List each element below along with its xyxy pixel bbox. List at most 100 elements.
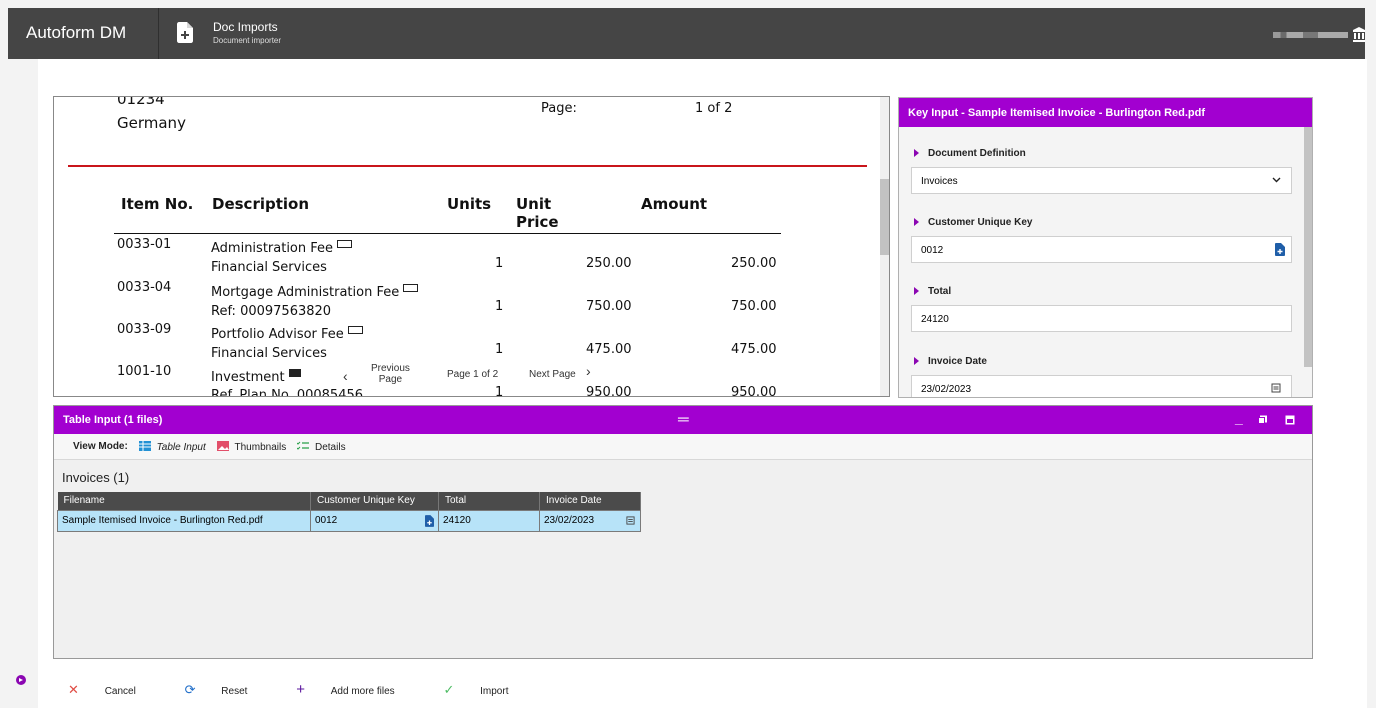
document-description-secondary: Ref: 00097563820: [211, 304, 332, 319]
document-amount: 750.00: [731, 299, 777, 314]
document-item-number: 1001-10: [117, 364, 172, 379]
document-units: 1: [495, 342, 504, 357]
pdf-page: 01234 Germany Page: 1 of 2 Item No. Desc…: [54, 96, 879, 397]
column-customer-unique-key[interactable]: Customer Unique Key: [310, 492, 439, 510]
total-field: Total 24120: [911, 286, 1292, 332]
invoice-date-label: Invoice Date: [911, 356, 1292, 367]
minimize-icon[interactable]: _: [1235, 410, 1243, 426]
document-plus-icon[interactable]: [425, 514, 434, 527]
table-input-title: Table Input (1 files): [63, 414, 163, 426]
view-mode-thumbnails[interactable]: Thumbnails: [216, 441, 286, 453]
total-cell[interactable]: 24120: [438, 509, 540, 532]
import-button[interactable]: ✓ Import: [443, 682, 531, 698]
document-definition-value: Invoices: [921, 176, 958, 187]
customer-unique-key-value: 0012: [921, 245, 944, 256]
table-header-row: Filename Customer Unique Key Total Invoi…: [57, 492, 641, 510]
x-icon: ✕: [68, 682, 79, 697]
document-page-value: 1 of 2: [695, 101, 733, 116]
total-input[interactable]: 24120: [911, 305, 1292, 332]
envelope-icon: [403, 284, 419, 292]
total-value: 24120: [921, 314, 949, 325]
reset-button[interactable]: ⟳ Reset: [185, 682, 271, 698]
document-definition-select[interactable]: Invoices: [911, 167, 1292, 194]
invoice-date-input[interactable]: 23/02/2023: [911, 375, 1292, 397]
document-description: Mortgage Administration Fee: [211, 284, 419, 300]
calendar-icon[interactable]: [1271, 383, 1281, 393]
envelope-icon: [337, 240, 353, 248]
view-mode-label: View Mode:: [73, 441, 128, 452]
document-description: Investment: [211, 369, 301, 385]
document-amount: 950.00: [731, 385, 777, 397]
next-page-button[interactable]: Next Page: [529, 369, 576, 380]
checklist-icon: [297, 441, 309, 450]
document-item-number: 0033-09: [117, 322, 172, 337]
customer-unique-key-input[interactable]: 0012: [911, 236, 1292, 263]
table-icon: [138, 441, 151, 451]
invoice-date-value: 23/02/2023: [921, 384, 972, 395]
app-section-title: Doc Imports: [213, 20, 278, 34]
column-total[interactable]: Total: [438, 492, 540, 510]
top-navigation-bar: Autoform DM Doc Imports Document importe…: [8, 8, 1365, 59]
invoice-date-cell[interactable]: 23/02/2023: [539, 509, 641, 532]
key-input-header: Key Input - Sample Itemised Invoice - Bu…: [899, 98, 1312, 127]
left-sidebar: [8, 59, 38, 708]
brand-title[interactable]: Autoform DM: [26, 23, 126, 43]
document-page-label: Page:: [541, 101, 577, 116]
filename-cell[interactable]: Sample Itemised Invoice - Burlington Red…: [57, 509, 311, 532]
maximize-icon[interactable]: [1285, 415, 1295, 425]
total-label: Total: [911, 286, 1292, 297]
document-description-secondary: Financial Services: [211, 346, 327, 361]
document-address-line: 01234: [117, 96, 165, 108]
red-divider-line: [68, 165, 867, 167]
page-indicator: Page 1 of 2: [447, 369, 499, 380]
customer-key-cell[interactable]: 0012: [310, 509, 439, 532]
key-input-scrollbar[interactable]: [1304, 127, 1312, 367]
add-more-files-button[interactable]: + Add more files: [296, 681, 417, 698]
document-description: Portfolio Advisor Fee: [211, 326, 363, 342]
previous-page-button[interactable]: Previous Page: [371, 363, 410, 385]
view-mode-bar: View Mode: Table Input Thumbnails Detail…: [54, 434, 1312, 460]
restore-icon[interactable]: [1258, 415, 1268, 425]
document-plus-icon[interactable]: [1275, 243, 1285, 256]
view-mode-details[interactable]: Details: [297, 441, 346, 453]
table-row[interactable]: Sample Itemised Invoice - Burlington Red…: [57, 509, 641, 532]
footer-actions: ✕ Cancel ⟳ Reset + Add more files ✓ Impo…: [68, 681, 554, 698]
key-input-panel: Key Input - Sample Itemised Invoice - Bu…: [898, 97, 1313, 398]
document-viewer[interactable]: 01234 Germany Page: 1 of 2 Item No. Desc…: [53, 96, 890, 397]
previous-page-chevron-icon[interactable]: ‹: [343, 368, 348, 384]
view-mode-table-input[interactable]: Table Input: [138, 441, 206, 453]
envelope-icon: [347, 326, 363, 334]
document-scrollbar-thumb[interactable]: [880, 179, 889, 255]
app-section-subtitle: Document importer: [213, 36, 282, 45]
column-header-units: Units: [447, 195, 492, 213]
table-header-rule: [114, 233, 781, 234]
chevron-down-icon[interactable]: [1272, 177, 1281, 183]
check-icon: ✓: [443, 682, 455, 697]
plus-icon: +: [296, 681, 305, 698]
reset-icon: ⟳: [184, 682, 196, 697]
column-header-amount: Amount: [641, 195, 708, 213]
document-description-secondary: Ref. Plan No. 00085456: [211, 388, 364, 397]
column-filename[interactable]: Filename: [57, 492, 311, 510]
user-name-redacted[interactable]: [1273, 32, 1348, 38]
document-unit-price: 950.00: [586, 385, 632, 397]
expand-sidebar-icon[interactable]: [16, 675, 26, 685]
bank-icon[interactable]: [1352, 26, 1366, 42]
customer-unique-key-label: Customer Unique Key: [911, 217, 1292, 228]
invoice-date-field: Invoice Date 23/02/2023: [911, 356, 1292, 397]
calendar-icon[interactable]: [626, 515, 635, 525]
document-definition-field: Document Definition Invoices: [911, 148, 1292, 194]
document-plus-icon: [177, 22, 193, 43]
document-unit-price: 250.00: [586, 256, 632, 271]
column-invoice-date[interactable]: Invoice Date: [539, 492, 641, 510]
next-page-chevron-icon[interactable]: ›: [586, 363, 591, 379]
invoice-group-title: Invoices (1): [62, 470, 130, 485]
cancel-button[interactable]: ✕ Cancel: [68, 682, 159, 698]
drag-handle-icon[interactable]: ═: [678, 411, 689, 428]
document-unit-price: 750.00: [586, 299, 632, 314]
customer-unique-key-field: Customer Unique Key 0012: [911, 217, 1292, 263]
document-amount: 475.00: [731, 342, 777, 357]
document-item-number: 0033-04: [117, 280, 172, 295]
document-description-secondary: Financial Services: [211, 260, 327, 275]
folder-icon: [288, 369, 301, 377]
